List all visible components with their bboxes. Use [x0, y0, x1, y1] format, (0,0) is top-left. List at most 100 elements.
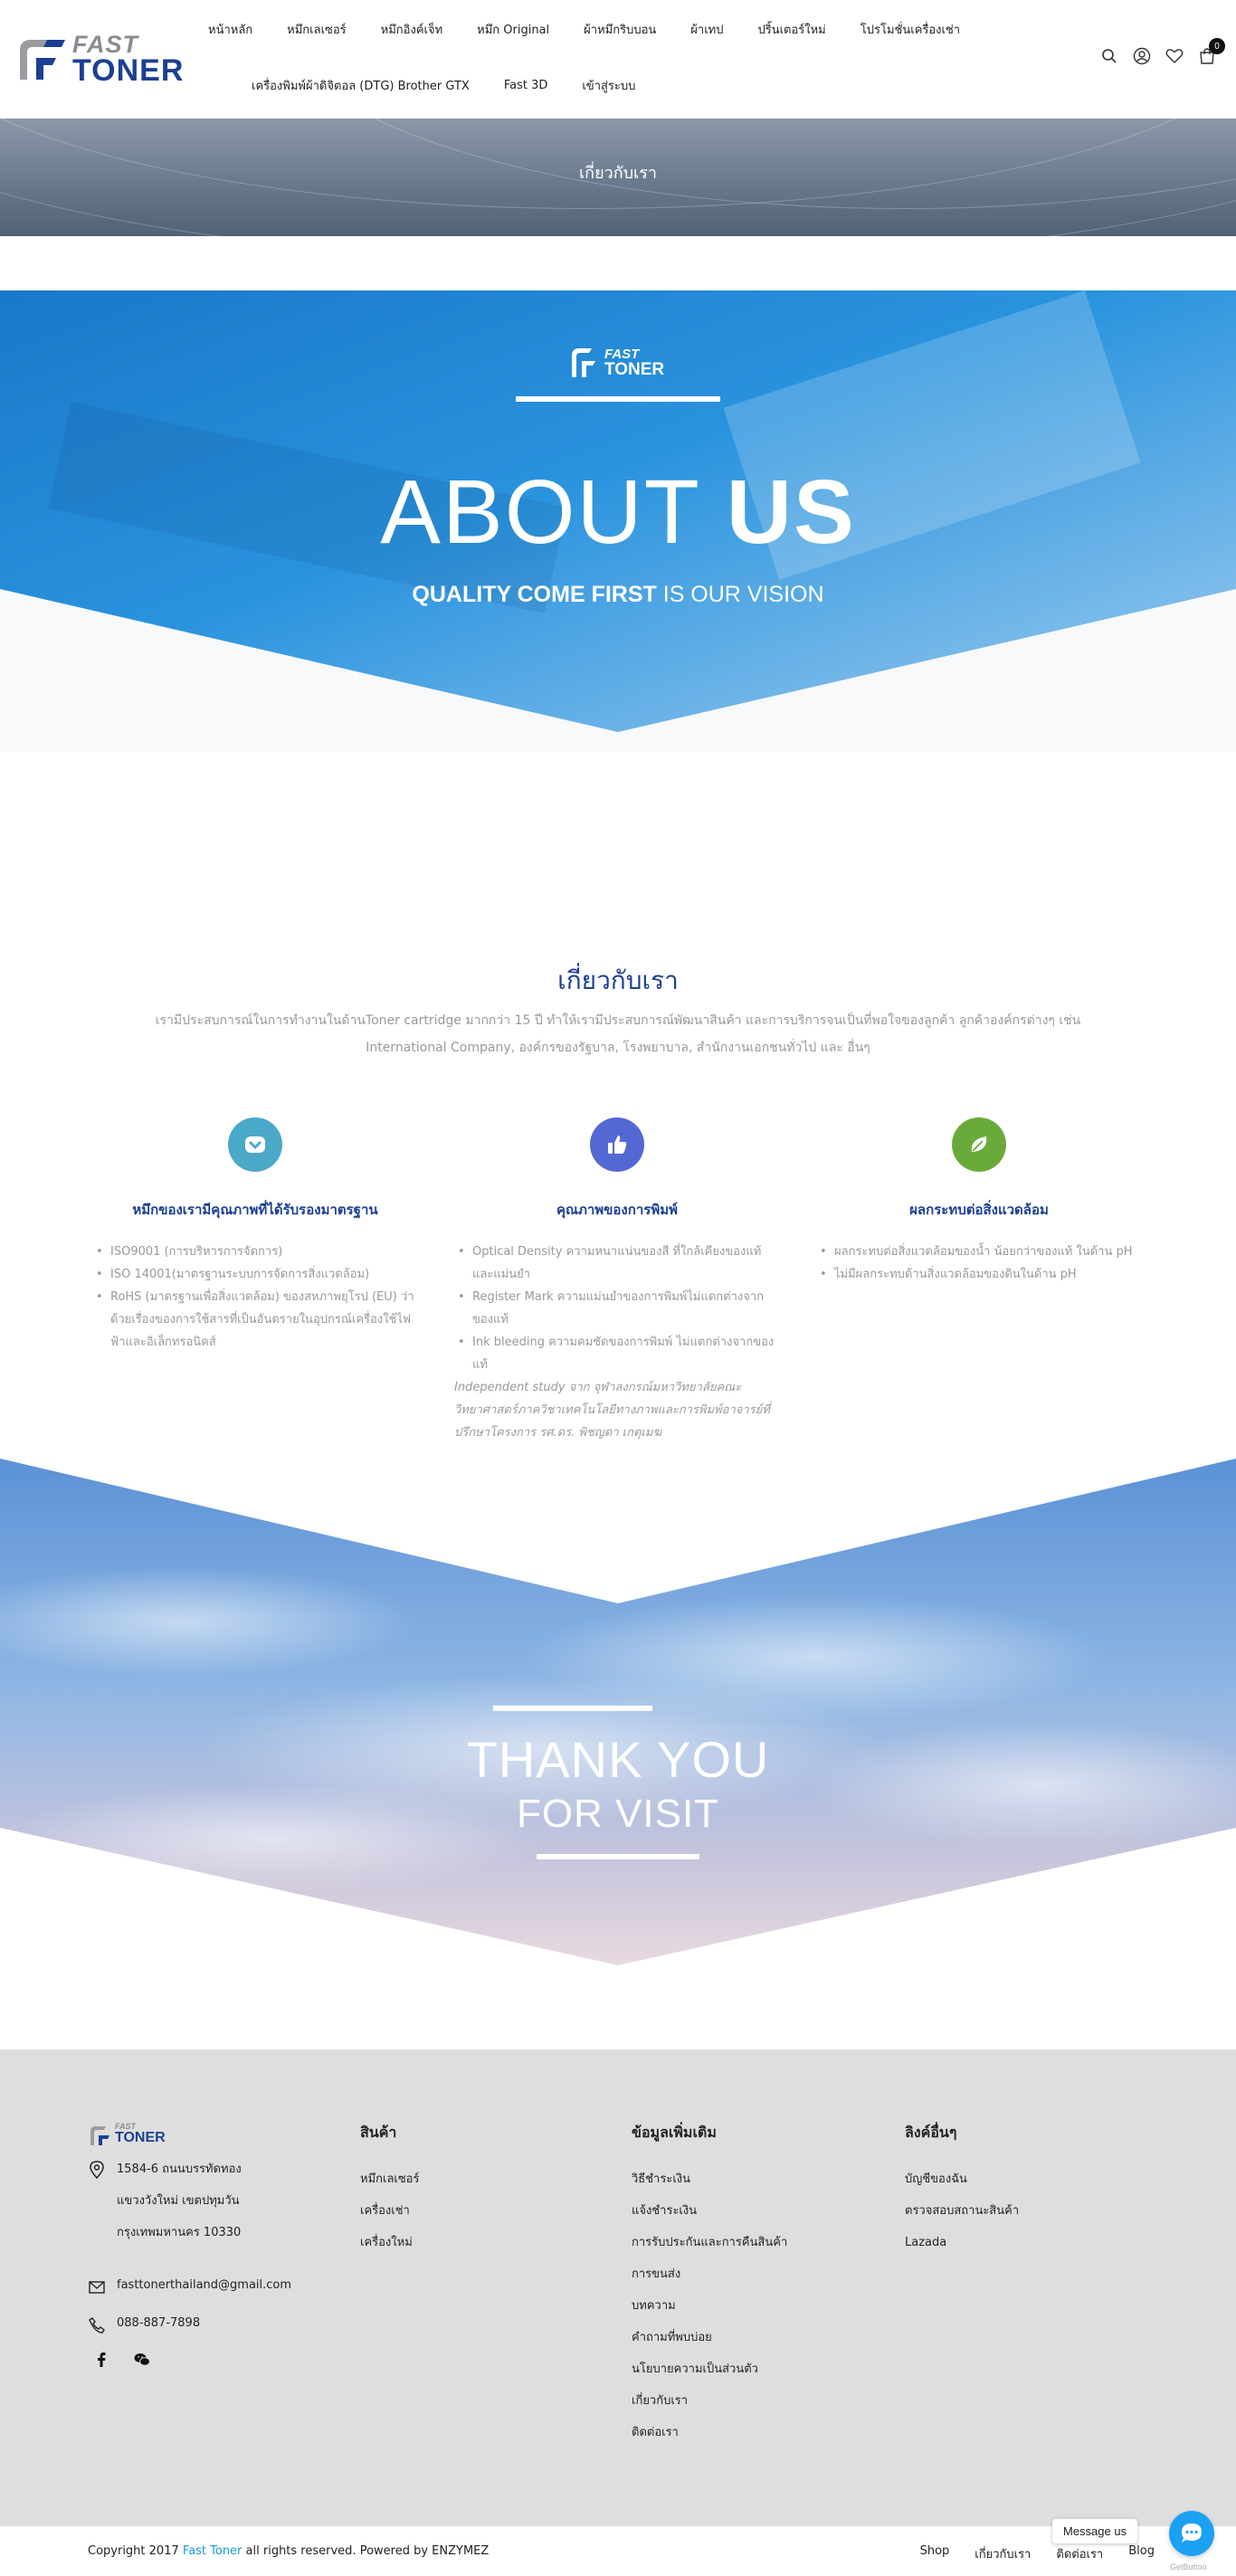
footer-column-products: สินค้า หมึกเลเซอร์ เครื่องเช่า เครื่องให… [360, 2122, 419, 2258]
footer-logo-toner: TONER [115, 2130, 166, 2145]
about-section-title: เกี่ยวกับเรา [557, 965, 679, 995]
chat-button[interactable] [1169, 2511, 1214, 2556]
thanks-divider-bottom [537, 1854, 699, 1859]
nav-item[interactable]: โปรโมชั่นเครื่องเช่า [860, 20, 960, 39]
address-lines: 1584-6 ถนนบรรทัดทอง แขวงวังใหม่ เขตปทุมว… [117, 2161, 242, 2248]
copyright-suffix: all rights reserved. Powered by ENZYMEZ [242, 2544, 490, 2558]
thank-you-banner: THANK YOU FOR VISIT [0, 1459, 1236, 1965]
footer-address: 1584-6 ถนนบรรทัดทอง แขวงวังใหม่ เขตปทุมว… [88, 2161, 242, 2248]
footer-email[interactable]: fasttonerthailand@gmail.com [88, 2278, 291, 2296]
nav-item[interactable]: หมึกอิงค์เจ็ท [381, 20, 443, 39]
banner-logo-toner: TONER [604, 360, 665, 379]
feature-item: ไม่มีผลกระทบด้านสิ่งแวดล้อมของดินในด้าน … [816, 1263, 1142, 1286]
footer-link[interactable]: เครื่องใหม่ [360, 2227, 419, 2258]
footer-link[interactable]: บัญชีของฉัน [905, 2163, 1019, 2195]
nav-item[interactable]: หมึก Original [477, 20, 549, 39]
nav-row-primary: หน้าหลัก หมึกเลเซอร์ หมึกอิงค์เจ็ท หมึก Ori… [208, 20, 994, 39]
footer-link[interactable]: วิธีชำระเงิน [632, 2163, 787, 2195]
search-icon[interactable] [1098, 45, 1120, 67]
phone-icon [88, 2316, 106, 2334]
copyright-brand-link[interactable]: Fast Toner [183, 2544, 242, 2558]
copyright-text: Copyright 2017 Fast Toner all rights res… [88, 2544, 489, 2558]
footer-link[interactable]: Lazada [905, 2227, 1019, 2258]
thank-you-heading: THANK YOU [466, 1731, 770, 1788]
header-actions: 0 [1088, 38, 1225, 67]
nav-item[interactable]: ผ้าหมึกริบบอน [584, 20, 656, 39]
heart-icon[interactable] [1164, 45, 1185, 67]
about-us-banner: FAST TONER ABOUT US QUALITY COME FIRST I… [0, 290, 1236, 752]
nav-row-secondary: เครื่องพิมพ์ผ้าดิจิตอล (DTG) Brother GTX… [252, 76, 670, 95]
sky-background [0, 1459, 1236, 1965]
tagline-light: IS OUR VISION [656, 582, 824, 607]
vision-tagline: QUALITY COME FIRST IS OUR VISION [0, 582, 1236, 608]
nav-item[interactable]: Fast 3D [504, 79, 548, 92]
feature-item: Ink bleeding ความคมชัดของการพิมพ์ ไม่แตก… [454, 1331, 780, 1376]
feature-environment: ผลกระทบต่อสิ่งแวดล้อม ผลกระทบต่อสิ่งแวดล… [816, 1117, 1142, 1286]
feature-item: Optical Density ความหนาแน่นของสี ที่ใกล้… [454, 1240, 780, 1286]
feature-list: Optical Density ความหนาแน่นของสี ที่ใกล้… [454, 1240, 780, 1444]
feature-note: Independent study จาก จุฬาลงกรณ์มหาวิทยา… [454, 1381, 770, 1440]
mail-icon [88, 2278, 106, 2296]
footer-link[interactable]: การรับประกันและการคืนสินค้า [632, 2227, 787, 2258]
footer-link[interactable]: เครื่องเช่า [360, 2195, 419, 2227]
footer-column-title: ลิงค์อื่นๆ [905, 2124, 957, 2141]
nav-item[interactable]: หมึกเลเซอร์ [287, 20, 346, 39]
shield-check-icon [228, 1117, 282, 1172]
feature-title: ผลกระทบต่อสิ่งแวดล้อม [909, 1202, 1049, 1218]
thank-you-subheading: FOR VISIT [516, 1792, 720, 1836]
feature-print-quality: คุณภาพของการพิมพ์ Optical Density ความหน… [454, 1117, 780, 1444]
footer-column-other-links: ลิงค์อื่นๆ บัญชีของฉัน ตรวจสอบสถานะสินค้… [905, 2122, 1019, 2258]
wechat-icon[interactable] [133, 2351, 151, 2369]
nav-item[interactable]: หน้าหลัก [208, 20, 252, 39]
address-line: แขวงวังใหม่ เขตปทุมวัน [117, 2194, 240, 2208]
feature-item: Register Mark ความแม่นยำของการพิมพ์ไม่แต… [454, 1286, 780, 1331]
feature-item: ISO 14001(มาตรฐานระบบการจัดการสิ่งแวดล้อ… [92, 1263, 418, 1286]
thumbs-up-icon [590, 1117, 644, 1172]
feature-item: ISO9001 (การบริหารการจัดการ) [92, 1240, 418, 1263]
footer-link[interactable]: ตรวจสอบสถานะสินค้า [905, 2195, 1019, 2227]
bottom-links: Shop เกี่ยวกับเรา ติดต่อเรา Blog [895, 2544, 1155, 2563]
user-icon[interactable] [1131, 45, 1153, 67]
heading-bold: US [726, 461, 856, 563]
footer-column-title: สินค้า [360, 2124, 397, 2141]
feature-list: ISO9001 (การบริหารการจัดการ) ISO 14001(ม… [92, 1240, 418, 1354]
bottom-link-contact[interactable]: ติดต่อเรา [1056, 2544, 1103, 2563]
footer-link[interactable]: หมึกเลเซอร์ [360, 2163, 419, 2195]
nav-item[interactable]: เครื่องพิมพ์ผ้าดิจิตอล (DTG) Brother GTX [252, 76, 470, 95]
feature-standard: หมึกของเรามีคุณภาพที่ได้รับรองมาตรฐาน IS… [92, 1117, 418, 1354]
chat-bubble-icon [1182, 2524, 1202, 2543]
heading-light: ABOUT [380, 461, 727, 563]
nav-item[interactable]: เข้าสู่ระบบ [582, 76, 635, 95]
bottom-bar: Copyright 2017 Fast Toner all rights res… [0, 2526, 1236, 2576]
nav-item[interactable]: ปริ้นเตอร์ใหม่ [757, 20, 825, 39]
feature-title: คุณภาพของการพิมพ์ [556, 1202, 678, 1218]
address-line: 1584-6 ถนนบรรทัดทอง [117, 2163, 242, 2176]
cart-icon[interactable]: 0 [1196, 38, 1225, 67]
chat-message-bubble[interactable]: Message us [1052, 2519, 1138, 2543]
banner-divider [516, 396, 720, 402]
footer-column-title: ข้อมูลเพิ่มเติม [632, 2124, 717, 2141]
cart-count-badge: 0 [1209, 38, 1225, 54]
footer-link[interactable]: บทความ [632, 2290, 787, 2322]
nav-item[interactable]: ผ้าเทป [690, 20, 723, 39]
footer-link[interactable]: การขนส่ง [632, 2258, 787, 2290]
bottom-link-about[interactable]: เกี่ยวกับเรา [975, 2544, 1031, 2563]
feature-list: ผลกระทบต่อสิ่งแวดล้อมของน้ำ น้อยกว่าของแ… [816, 1240, 1142, 1286]
bottom-link-shop[interactable]: Shop [920, 2544, 950, 2563]
tagline-bold: QUALITY COME FIRST [412, 582, 657, 607]
site-logo[interactable]: FAST TONER [14, 31, 192, 88]
footer-logo[interactable]: FAST TONER [88, 2122, 178, 2147]
footer-link[interactable]: คำถามที่พบบ่อย [632, 2322, 787, 2353]
copyright-prefix: Copyright 2017 [88, 2544, 183, 2558]
footer-phone[interactable]: 088-887-7898 [88, 2316, 200, 2334]
phone-number: 088-887-7898 [117, 2316, 201, 2330]
footer-link[interactable]: แจ้งชำระเงิน [632, 2195, 787, 2227]
footer-link[interactable]: นโยบายความเป็นส่วนตัว [632, 2353, 787, 2385]
email-address: fasttonerthailand@gmail.com [117, 2278, 292, 2292]
bottom-link-blog[interactable]: Blog [1128, 2544, 1155, 2563]
footer-link[interactable]: เกี่ยวกับเรา [632, 2385, 787, 2417]
facebook-icon[interactable] [92, 2351, 110, 2369]
footer-link[interactable]: ติดต่อเรา [632, 2417, 787, 2448]
main-nav: หน้าหลัก หมึกเลเซอร์ หมึกอิงค์เจ็ท หมึก Ori… [208, 0, 1113, 119]
page-title: เกี่ยวกับเรา [579, 164, 657, 183]
